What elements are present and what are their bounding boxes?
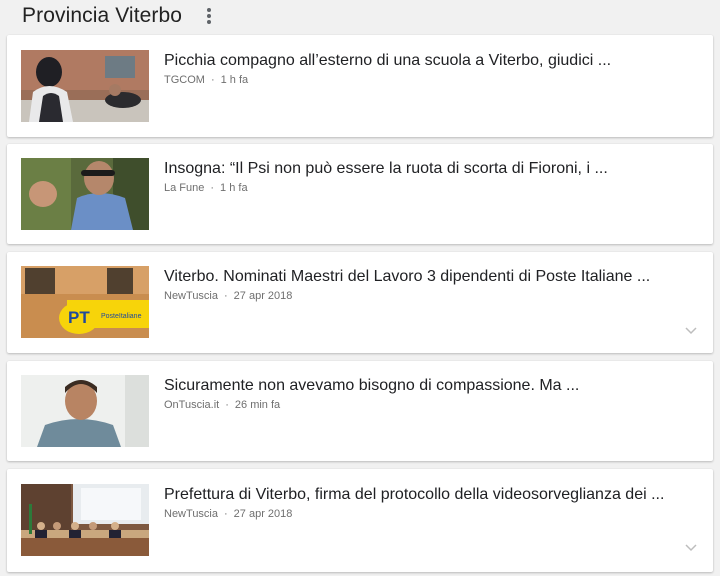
article-time: 1 h fa xyxy=(220,182,248,194)
thumbnail-image xyxy=(21,50,149,122)
article-headline[interactable]: Insogna: “Il Psi non può essere la ruota… xyxy=(164,159,701,179)
article-meta: OnTuscia.it · 26 min fa xyxy=(164,399,281,411)
poste-brand-text: PosteItaliane xyxy=(101,313,142,320)
news-card[interactable]: Insogna: “Il Psi non può essere la ruota… xyxy=(7,144,713,244)
article-source[interactable]: NewTuscia xyxy=(164,508,218,520)
chevron-down-icon[interactable] xyxy=(685,327,697,335)
article-headline[interactable]: Viterbo. Nominati Maestri del Lavoro 3 d… xyxy=(164,267,701,287)
thumbnail-image: PT PosteItaliane xyxy=(21,266,149,338)
article-source[interactable]: OnTuscia.it xyxy=(164,399,219,411)
article-headline[interactable]: Picchia compagno all’esterno di una scuo… xyxy=(164,51,701,71)
article-thumbnail[interactable] xyxy=(21,375,149,447)
news-card[interactable]: Picchia compagno all’esterno di una scuo… xyxy=(7,35,713,137)
article-meta: La Fune · 1 h fa xyxy=(164,182,248,194)
article-time: 1 h fa xyxy=(220,74,249,86)
poste-logo-text: PT xyxy=(68,308,90,327)
article-source[interactable]: TGCOM xyxy=(164,74,205,86)
article-source[interactable]: NewTuscia xyxy=(164,290,218,302)
article-thumbnail[interactable] xyxy=(21,158,149,230)
article-meta: NewTuscia · 27 apr 2018 xyxy=(164,508,293,520)
more-vert-icon[interactable] xyxy=(203,6,215,26)
article-time: 27 apr 2018 xyxy=(233,290,293,302)
section-title: Provincia Viterbo xyxy=(22,4,183,27)
news-card[interactable]: Prefettura di Viterbo, firma del protoco… xyxy=(7,469,713,572)
news-card[interactable]: Sicuramente non avevamo bisogno di compa… xyxy=(7,361,713,461)
thumbnail-image xyxy=(21,158,149,230)
chevron-down-icon[interactable] xyxy=(685,544,697,552)
article-source[interactable]: La Fune xyxy=(164,182,204,194)
thumbnail-image xyxy=(21,484,149,556)
news-card[interactable]: PT PosteItaliane Viterbo. Nominati Maest… xyxy=(7,252,713,353)
article-thumbnail[interactable] xyxy=(21,50,149,122)
article-meta: TGCOM · 1 h fa xyxy=(164,74,249,86)
article-time: 27 apr 2018 xyxy=(233,508,293,520)
article-meta: NewTuscia · 27 apr 2018 xyxy=(164,290,293,302)
article-thumbnail[interactable]: PT PosteItaliane xyxy=(21,266,149,338)
thumbnail-image xyxy=(21,375,149,447)
article-time: 26 min fa xyxy=(234,399,281,411)
section-header: Provincia Viterbo xyxy=(0,0,720,34)
article-headline[interactable]: Prefettura di Viterbo, firma del protoco… xyxy=(164,485,701,505)
article-headline[interactable]: Sicuramente non avevamo bisogno di compa… xyxy=(164,376,701,396)
article-thumbnail[interactable] xyxy=(21,484,149,556)
